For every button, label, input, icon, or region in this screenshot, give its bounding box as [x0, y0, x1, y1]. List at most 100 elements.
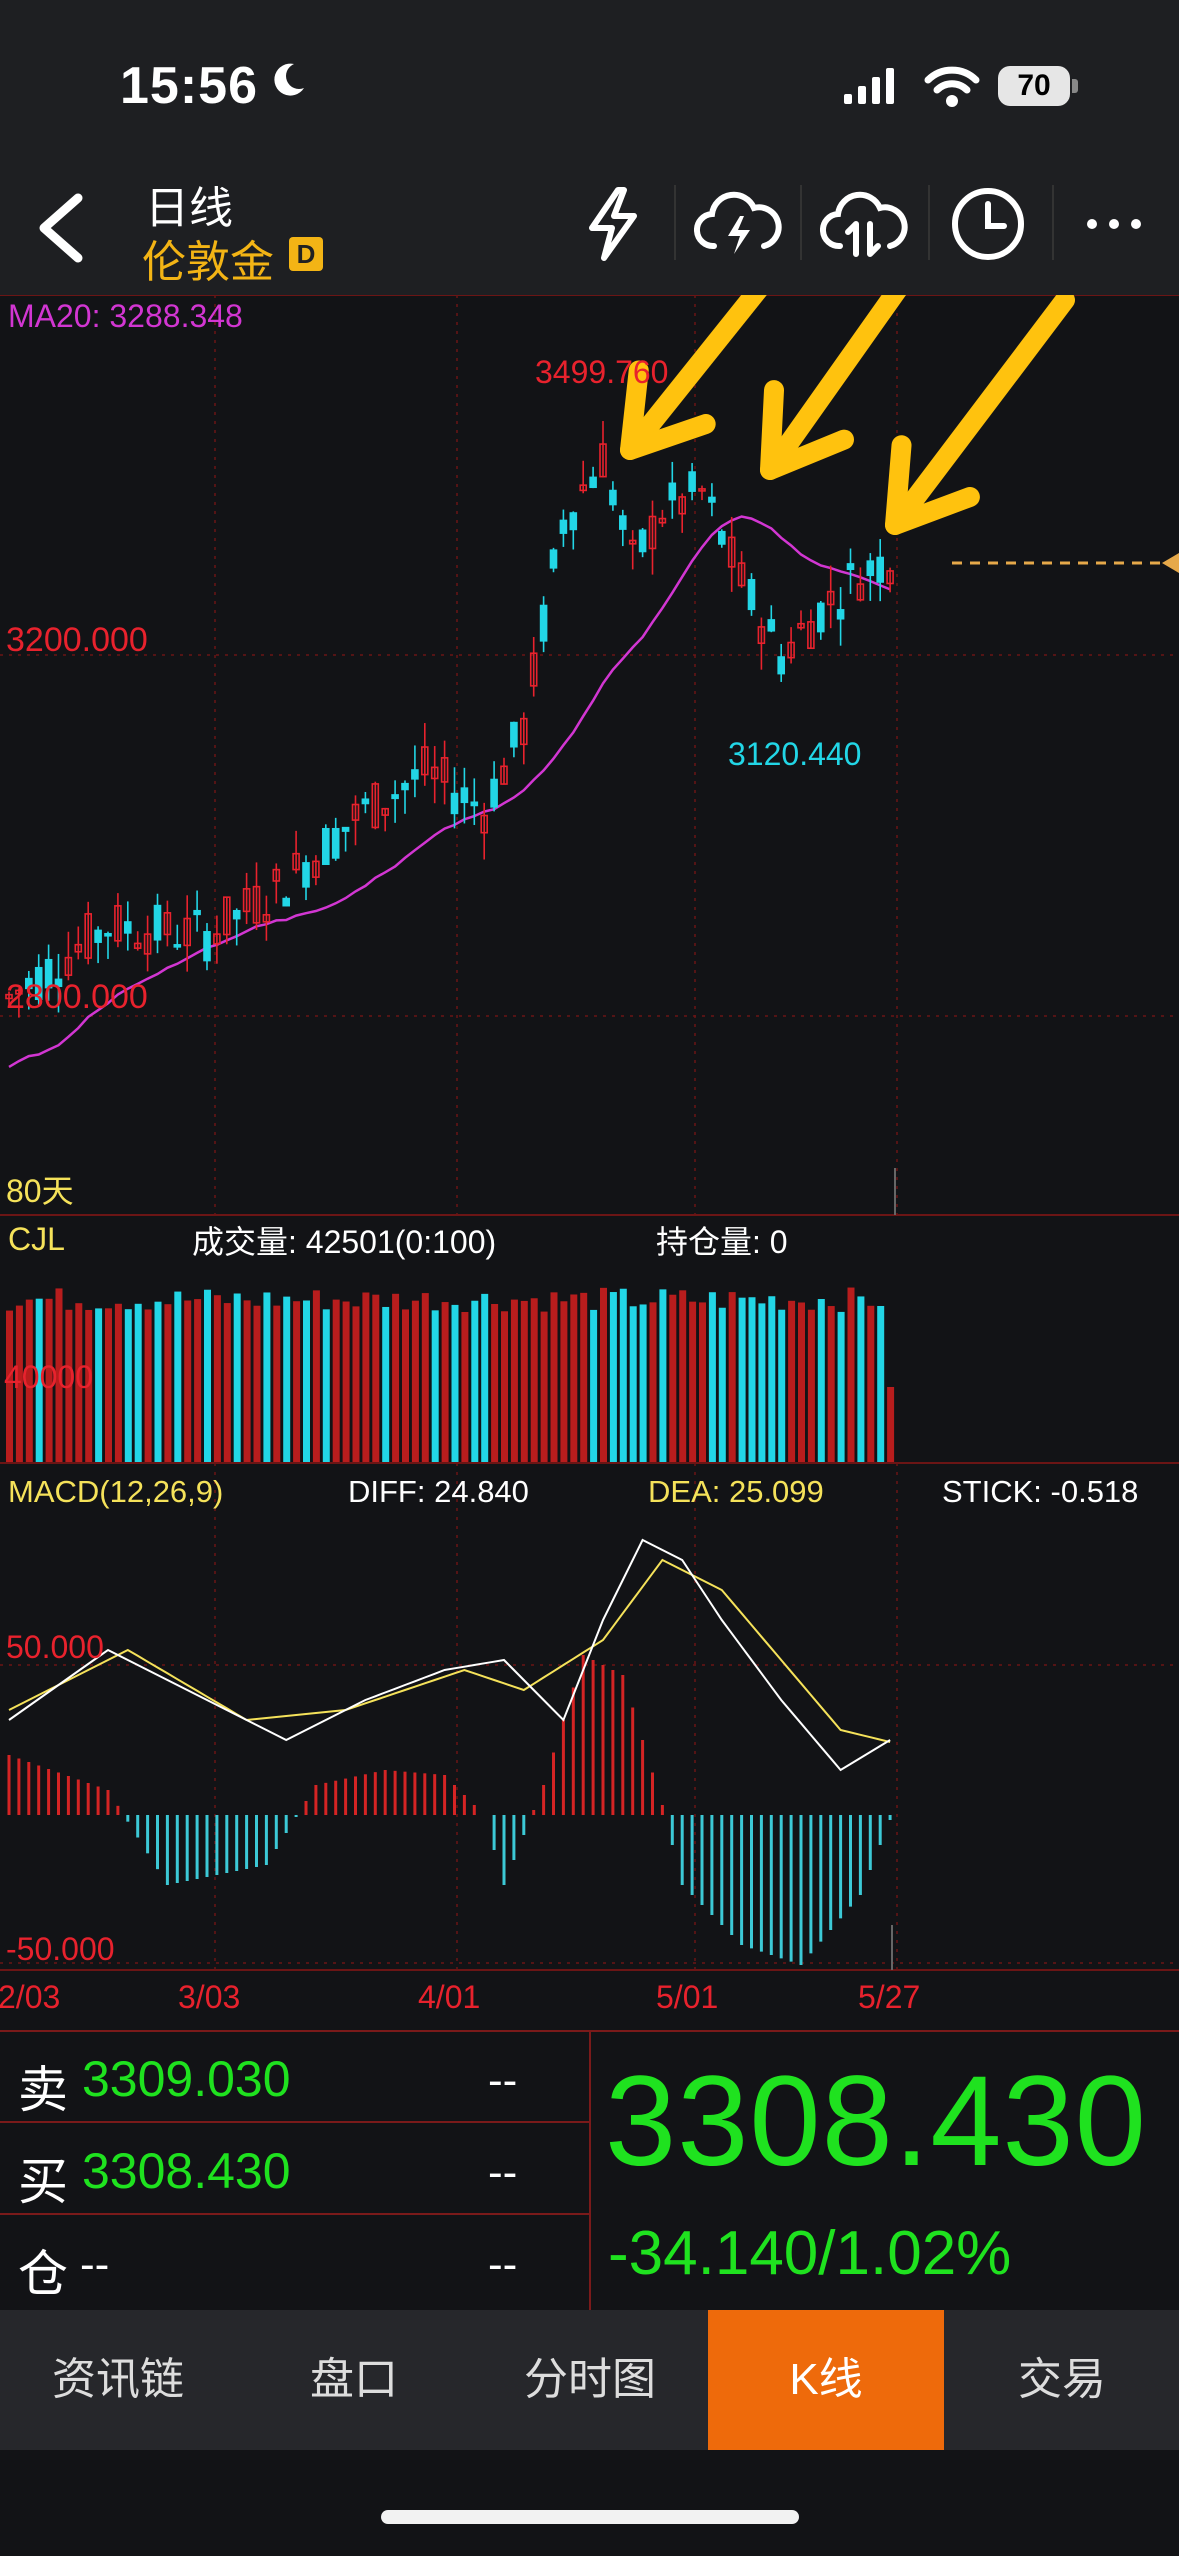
macd-upper-label: 50.000 [6, 1629, 104, 1665]
macd-stick: STICK: -0.518 [942, 1474, 1138, 1509]
chart-grid [0, 295, 1179, 1971]
volume-bar [431, 1310, 439, 1462]
volume-bar [501, 1311, 508, 1462]
volume-bar [520, 1300, 528, 1462]
divider [1052, 185, 1054, 260]
volume-bar [273, 1305, 281, 1462]
tab-intraday[interactable]: 分时图 [472, 2310, 708, 2450]
volume-bar [877, 1305, 885, 1462]
candle-body [510, 721, 518, 748]
macd-lines [8, 1538, 891, 1772]
arrow-shaft [885, 295, 1075, 535]
volume-bar [253, 1305, 261, 1462]
candle-body [490, 778, 498, 808]
cloud-lightning-icon[interactable] [694, 188, 782, 260]
volume-bar [827, 1306, 835, 1462]
volume-bar [738, 1297, 746, 1462]
volume-title: CJL [8, 1221, 65, 1257]
volume-bar [718, 1307, 726, 1462]
volume-bar [609, 1292, 617, 1462]
candle-body [638, 529, 647, 553]
candle-body [282, 897, 291, 907]
volume-bar [600, 1287, 607, 1462]
candle-body [173, 944, 182, 948]
range-label: 80天 [6, 1173, 74, 1209]
volume-bar [550, 1292, 558, 1462]
volume-text: 成交量: 42501(0:100) [192, 1224, 496, 1260]
sell-price: 3309.030 [82, 2051, 291, 2107]
candle-body [618, 515, 627, 530]
y-axis-label-lower: 2800.000 [6, 978, 148, 1016]
date-label: 3/03 [178, 1979, 240, 2015]
macd-diff: DIFF: 24.840 [348, 1474, 529, 1509]
high-price-label: 3499.760 [535, 354, 668, 390]
back-arrow-icon[interactable] [30, 192, 90, 264]
volume-bar [699, 1302, 706, 1462]
divider [674, 185, 676, 260]
volume-bars [6, 1287, 895, 1462]
volume-bar [788, 1300, 796, 1462]
candle-body [569, 512, 578, 531]
candle-body [777, 656, 786, 675]
candle-body [203, 931, 211, 962]
ma20-label: MA20: 3288.348 [8, 298, 243, 334]
dea-line [8, 1558, 891, 1743]
macd-histogram [7, 1655, 892, 1965]
last-price: 3308.430 [605, 2050, 1147, 2193]
volume-bar [263, 1292, 271, 1462]
tab-order-book[interactable]: 盘口 [236, 2310, 472, 2450]
volume-bar [857, 1296, 865, 1462]
volume-bar [243, 1300, 251, 1462]
volume-bar [807, 1309, 815, 1462]
diff-line [8, 1538, 891, 1772]
more-icon[interactable] [1084, 214, 1144, 234]
clock-icon[interactable] [950, 186, 1026, 262]
candle-body [124, 921, 132, 934]
volume-bar [580, 1292, 588, 1462]
battery-tip [1072, 79, 1078, 93]
volume-bar [540, 1311, 548, 1462]
candle-body [450, 792, 459, 815]
volume-bar [312, 1290, 320, 1462]
candle-body [391, 794, 399, 800]
kline-chart[interactable]: MA20: 3288.348 3499.760 3120.440 3200.00… [0, 295, 1179, 2030]
instrument-name: 伦敦金 [142, 238, 274, 287]
date-label: 5/01 [656, 1979, 718, 2015]
volume-bar [560, 1301, 568, 1462]
volume-bar [708, 1292, 716, 1462]
candle-body [549, 549, 558, 569]
tab-kline[interactable]: K线 [708, 2310, 944, 2450]
candle-body [688, 471, 696, 492]
cloud-sync-icon[interactable] [820, 188, 908, 260]
volume-bar [421, 1293, 429, 1462]
open-interest-text: 持仓量: 0 [656, 1224, 788, 1260]
volume-bar [174, 1291, 182, 1462]
volume-bar [867, 1305, 875, 1462]
sell-qty: -- [488, 2056, 518, 2105]
volume-bar [451, 1304, 459, 1462]
candle-body [559, 519, 568, 534]
date-label: 4/01 [418, 1979, 480, 2015]
volume-axis-label: 40000 [4, 1359, 93, 1395]
volume-bar [778, 1309, 786, 1462]
volume-bar [164, 1304, 172, 1462]
tab-news[interactable]: 资讯链 [0, 2310, 236, 2450]
volume-bar [748, 1297, 756, 1462]
candle-body [104, 932, 112, 937]
volume-bar [689, 1301, 697, 1462]
tab-trade[interactable]: 交易 [944, 2310, 1179, 2450]
date-label: 2/03 [0, 1979, 60, 2015]
lightning-icon[interactable] [578, 186, 648, 262]
volume-bar [124, 1309, 132, 1462]
volume-bar [213, 1295, 221, 1462]
buy-label: 买 [18, 2154, 68, 2210]
volume-bar [768, 1296, 776, 1462]
volume-bar [322, 1309, 330, 1462]
y-axis-label-upper: 3200.000 [6, 621, 148, 659]
volume-bar [728, 1292, 736, 1462]
volume-bar [144, 1309, 152, 1462]
volume-bar [570, 1294, 578, 1462]
volume-bar [441, 1302, 449, 1462]
volume-bar [798, 1302, 805, 1462]
candle-body [302, 862, 310, 888]
